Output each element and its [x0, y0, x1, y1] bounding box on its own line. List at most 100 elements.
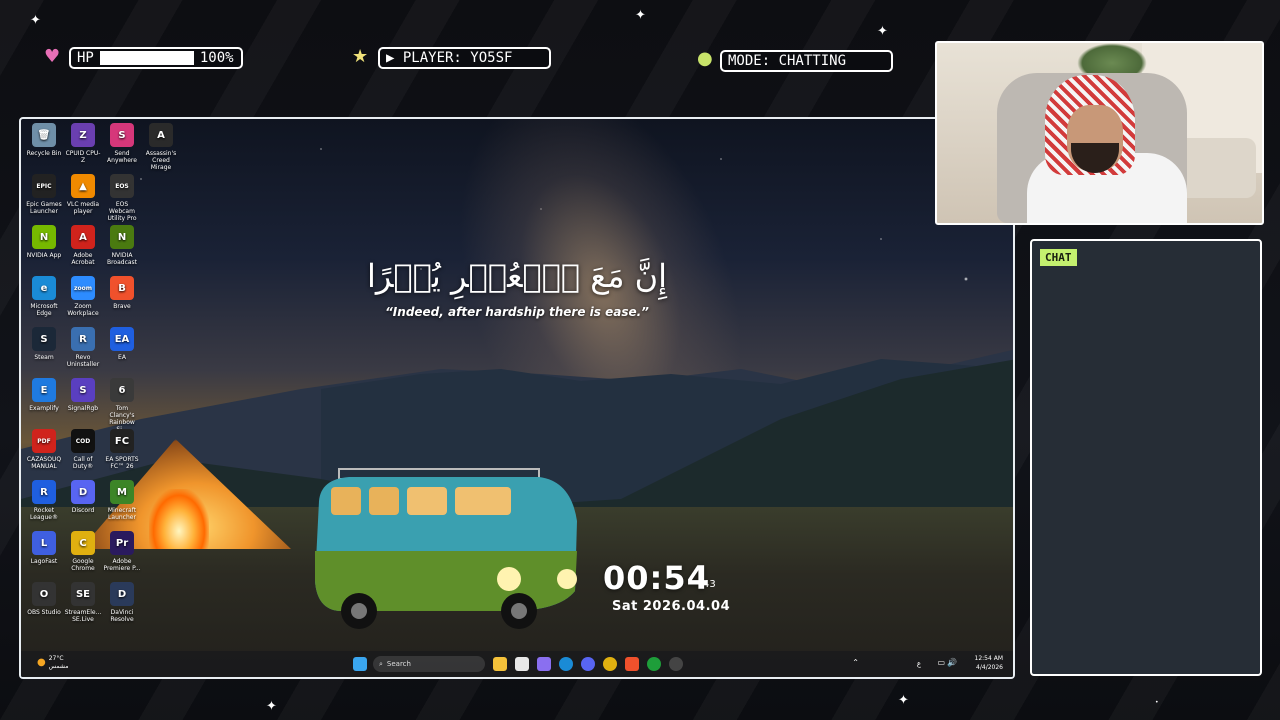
desktop-icon-rocket-league[interactable]: R Rocket League® [25, 480, 63, 521]
weather-widget[interactable]: ● 27°C مشمس [37, 655, 68, 671]
desktop-icon-streamele-se-live[interactable]: SE StreamEle... SE.Live [64, 582, 102, 623]
streamelements-icon[interactable] [669, 657, 683, 671]
app-icon: zoom [71, 276, 95, 300]
desktop-icon-label: CAZASOUQ MANUAL [26, 456, 62, 470]
desktop-icon-google-chrome[interactable]: C Google Chrome [64, 531, 102, 572]
app-icon: Pr [110, 531, 134, 555]
desktop-icon-label: Revo Uninstaller [66, 354, 100, 368]
desktop-icon-adobe-acrobat[interactable]: A Adobe Acrobat [64, 225, 102, 266]
discord-icon[interactable] [581, 657, 595, 671]
app-icon: R [71, 327, 95, 351]
desktop-icon-label: EA [118, 354, 126, 361]
desktop-icon-cazasouq-manual[interactable]: PDF CAZASOUQ MANUAL [25, 429, 63, 470]
app-icon: N [32, 225, 56, 249]
weather-desc: مشمس [48, 663, 69, 670]
app-icon: A [149, 123, 173, 147]
app-icon: EOS [110, 174, 134, 198]
search-icon: ⌕ [379, 659, 383, 668]
desktop-icon-signalrgb[interactable]: S SignalRgb [64, 378, 102, 412]
desktop-icon-label: DaVinci Resolve [110, 609, 134, 623]
app-icon: COD [71, 429, 95, 453]
app-icon: S [32, 327, 56, 351]
desktop-icon-examplify[interactable]: E Examplify [25, 378, 63, 412]
chevron-up-icon[interactable]: ⌃ [852, 658, 859, 667]
app-icon: EA [110, 327, 134, 351]
desktop-icon-send-anywhere[interactable]: S Send Anywhere [103, 123, 141, 164]
desktop-icon-vlc-media-player[interactable]: ▲ VLC media player [64, 174, 102, 215]
brave-icon[interactable] [625, 657, 639, 671]
app-icon: ▲ [71, 174, 95, 198]
desktop-icon-adobe-premiere-p[interactable]: Pr Adobe Premiere P... [103, 531, 141, 572]
desktop-icon-label: Zoom Workplace [67, 303, 99, 317]
player-label: ▶ PLAYER: YO5SF [386, 50, 513, 66]
store-icon[interactable] [515, 657, 529, 671]
desktop-icon-lagofast[interactable]: L LagoFast [25, 531, 63, 565]
desktop-icon-epic-games-launcher[interactable]: EPIC Epic Games Launcher [25, 174, 63, 215]
desktop-icon-nvidia-app[interactable]: N NVIDIA App [25, 225, 63, 259]
desktop-icon-davinci-resolve[interactable]: D DaVinci Resolve [103, 582, 141, 623]
windows-start-icon[interactable] [353, 657, 367, 671]
heart-icon: ♥ [44, 46, 61, 67]
webcam-feed [935, 41, 1264, 225]
file-explorer-icon[interactable] [493, 657, 507, 671]
chat-panel: CHAT [1030, 239, 1262, 676]
app-icon: L [32, 531, 56, 555]
sparkle-icon: ✦ [266, 699, 277, 714]
desktop-capture: إِنَّ مَعَ ٱلۡعُسۡرِ يُسۡرًا “Indeed, af… [19, 117, 1015, 679]
desktop-icon-ea[interactable]: EA EA [103, 327, 141, 361]
star-icon: ★ [352, 46, 369, 67]
copilot-icon[interactable] [537, 657, 551, 671]
desktop-icon-obs-studio[interactable]: O OBS Studio [25, 582, 63, 616]
vw-van [315, 468, 577, 629]
mode-badge: MODE: CHATTING [720, 50, 893, 72]
taskbar-search[interactable]: ⌕ Search [373, 656, 485, 672]
edge-icon[interactable] [559, 657, 573, 671]
app-icon: S [110, 123, 134, 147]
app-icon: 🗑 [32, 123, 56, 147]
desktop-icon-zoom-workplace[interactable]: zoom Zoom Workplace [64, 276, 102, 317]
desktop-icon-label: Send Anywhere [107, 150, 137, 164]
desktop-icon-discord[interactable]: D Discord [64, 480, 102, 514]
desktop-icon-steam[interactable]: S Steam [25, 327, 63, 361]
desktop-icon-brave[interactable]: B Brave [103, 276, 141, 310]
xbox-icon[interactable] [647, 657, 661, 671]
desktop-icon-label: StreamEle... SE.Live [64, 609, 102, 623]
app-icon: A [71, 225, 95, 249]
app-icon: FC [110, 429, 134, 453]
desktop-icon-assassin-s-creed-mirage[interactable]: A Assassin's Creed Mirage [142, 123, 180, 171]
app-icon: e [32, 276, 56, 300]
desktop-icon-label: Steam [34, 354, 54, 361]
desktop-icon-label: VLC media player [66, 201, 100, 215]
app-icon: B [110, 276, 134, 300]
app-icon: N [110, 225, 134, 249]
desktop-icon-ea-sports-fc-26[interactable]: FC EA SPORTS FC™ 26 [103, 429, 141, 470]
language-indicator[interactable]: ع [917, 660, 921, 668]
chrome-icon[interactable] [603, 657, 617, 671]
chat-tag: CHAT [1040, 249, 1077, 266]
network-icon[interactable]: ▭ [937, 658, 945, 667]
desktop-icon-label: Examplify [29, 405, 59, 412]
desktop-icon-nvidia-broadcast[interactable]: N NVIDIA Broadcast [103, 225, 141, 266]
desktop-icon-revo-uninstaller[interactable]: R Revo Uninstaller [64, 327, 102, 368]
volume-icon[interactable]: 🔊 [947, 658, 957, 667]
player-badge: ▶ PLAYER: YO5SF [378, 47, 551, 69]
desktop-icon-call-of-duty[interactable]: COD Call of Duty® [64, 429, 102, 470]
desktop-icon-label: LagoFast [30, 558, 58, 565]
sparkle-icon: ✦ [635, 8, 646, 23]
desktop-icon-microsoft-edge[interactable]: e Microsoft Edge [25, 276, 63, 317]
desktop-icon-minecraft-launcher[interactable]: M Minecraft Launcher [103, 480, 141, 521]
desktop-icon-cpuid-cpu-z[interactable]: Z CPUID CPU-Z [64, 123, 102, 164]
quote-english: “Indeed, after hardship there is ease.” [385, 305, 649, 319]
system-tray[interactable]: 12:54 AM 4/4/2026 [975, 654, 1003, 672]
hp-bar: HP 100% [69, 47, 243, 69]
sparkle-icon: ✦ [30, 13, 41, 28]
app-icon: PDF [32, 429, 56, 453]
desktop-icon-tom-clancy-s-rainbow-si[interactable]: 6Tom Clancy's Rainbow Si... [103, 378, 141, 433]
desktop-icon-label: Call of Duty® [72, 456, 94, 470]
desktop-icon-label: Minecraft Launcher [107, 507, 137, 521]
desktop-icon-label: EOS Webcam Utility Pro [107, 201, 137, 222]
desktop-icon-recycle-bin[interactable]: 🗑 Recycle Bin [25, 123, 63, 157]
app-icon: EPIC [32, 174, 56, 198]
desktop-icon-label: Recycle Bin [26, 150, 62, 157]
desktop-icon-eos-webcam-utility-pro[interactable]: EOS EOS Webcam Utility Pro [103, 174, 141, 222]
